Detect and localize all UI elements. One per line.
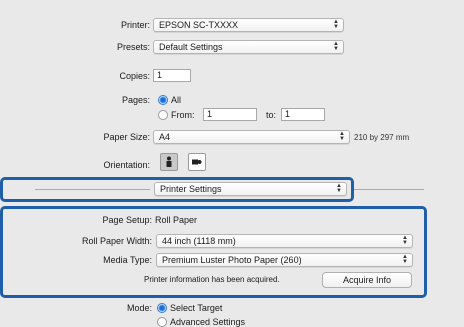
pages-all-label: All <box>171 95 182 105</box>
paper-size-select[interactable]: A4 ▲ ▼ <box>153 130 350 144</box>
updown-arrows-icon: ▲ ▼ <box>339 131 345 142</box>
paper-size-dimensions: 210 by 297 mm <box>354 133 410 142</box>
orientation-label: Orientation: <box>103 160 150 170</box>
mode-advanced-settings-radio[interactable] <box>157 317 167 327</box>
portrait-person-icon <box>166 156 172 167</box>
pages-all-radio[interactable] <box>158 95 168 105</box>
pages-range-radio[interactable] <box>158 110 168 120</box>
landscape-person-icon <box>192 159 202 165</box>
mode-label: Mode: <box>126 303 152 313</box>
updown-arrows-icon: ▲ ▼ <box>402 235 408 246</box>
media-type-select[interactable]: Premium Luster Photo Paper (260) ▲ ▼ <box>156 253 413 267</box>
mode-advanced-settings-label: Advanced Settings <box>170 317 246 327</box>
pages-from-field[interactable]: 1 <box>203 108 257 121</box>
acquire-info-button[interactable]: Acquire Info <box>322 272 412 288</box>
paper-size-label: Paper Size: <box>103 132 150 142</box>
pages-to-field[interactable]: 1 <box>281 108 325 121</box>
presets-select[interactable]: Default Settings ▲ ▼ <box>153 40 344 54</box>
media-type-label: Media Type: <box>103 255 152 265</box>
updown-arrows-icon: ▲ ▼ <box>336 183 342 194</box>
presets-value: Default Settings <box>159 42 223 52</box>
separator-right <box>354 189 424 190</box>
roll-paper-width-select[interactable]: 44 inch (1118 mm) ▲ ▼ <box>156 234 413 248</box>
pages-from-label: From: <box>171 110 195 120</box>
mode-select-target-label: Select Target <box>170 303 223 313</box>
copies-label: Copies: <box>119 71 150 81</box>
updown-arrows-icon: ▲ ▼ <box>333 41 339 52</box>
printer-select[interactable]: EPSON SC-TXXXX ▲ ▼ <box>153 18 344 32</box>
media-type-value: Premium Luster Photo Paper (260) <box>162 255 302 265</box>
page-setup-value: Roll Paper <box>155 215 198 225</box>
presets-label: Presets: <box>116 42 150 52</box>
printer-label: Printer: <box>120 20 150 30</box>
portrait-orientation-button[interactable] <box>160 153 178 171</box>
copies-field[interactable]: 1 <box>153 69 191 82</box>
pages-to-label: to: <box>266 110 277 120</box>
updown-arrows-icon: ▲ ▼ <box>402 254 408 265</box>
panel-selector[interactable]: Printer Settings ▲ ▼ <box>154 182 347 196</box>
pages-label: Pages: <box>121 95 150 105</box>
paper-size-value: A4 <box>159 132 171 142</box>
roll-paper-width-label: Roll Paper Width: <box>81 236 152 246</box>
page-setup-label: Page Setup: <box>102 215 152 225</box>
roll-paper-width-value: 44 inch (1118 mm) <box>162 236 236 246</box>
panel-selector-value: Printer Settings <box>160 184 222 194</box>
printer-value: EPSON SC-TXXXX <box>159 20 239 30</box>
printer-info-status: Printer information has been acquired. <box>144 275 280 284</box>
updown-arrows-icon: ▲ ▼ <box>333 19 339 30</box>
mode-select-target-radio[interactable] <box>157 303 167 313</box>
landscape-orientation-button[interactable] <box>188 153 206 171</box>
